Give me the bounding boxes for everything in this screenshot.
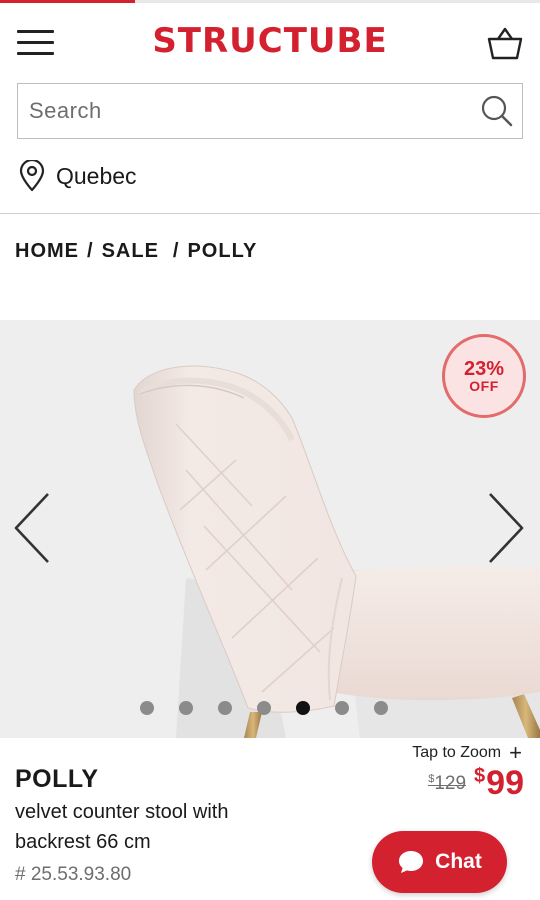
product-name: POLLY xyxy=(15,765,99,793)
product-description: velvet counter stool with backrest 66 cm xyxy=(15,801,229,853)
slide-dot[interactable] xyxy=(179,701,193,715)
breadcrumb-current: POLLY xyxy=(187,240,258,262)
sale-price-amount: 99 xyxy=(486,764,524,802)
breadcrumb-separator: / xyxy=(87,240,94,262)
header-divider xyxy=(0,213,540,214)
original-price: $129 xyxy=(428,773,467,795)
discount-percent: 23% xyxy=(463,357,505,380)
sale-price: $99 xyxy=(474,764,524,802)
map-pin-icon xyxy=(19,160,45,192)
store-location-selector[interactable]: Quebec xyxy=(18,158,137,194)
tap-to-zoom-label: Tap to Zoom xyxy=(412,744,502,761)
site-logo[interactable]: STRUCTUBE xyxy=(0,21,540,61)
breadcrumb: HOME / SALE / POLLY xyxy=(15,240,257,263)
original-price-amount: 129 xyxy=(434,773,467,794)
search-icon[interactable] xyxy=(480,94,514,128)
slide-dot[interactable] xyxy=(218,701,232,715)
sale-price-currency: $ xyxy=(474,765,486,787)
discount-badge: 23% OFF xyxy=(442,334,526,418)
location-label: Quebec xyxy=(56,162,137,189)
slide-dot[interactable] xyxy=(374,701,388,715)
product-gallery[interactable]: 23% OFF xyxy=(0,320,540,738)
plus-icon: + xyxy=(509,740,522,765)
slide-dot[interactable] xyxy=(335,701,349,715)
chat-label: Chat xyxy=(435,850,482,873)
search-bar xyxy=(17,83,523,139)
breadcrumb-separator: / xyxy=(172,240,180,262)
search-input[interactable] xyxy=(18,84,468,138)
chat-bubble-icon xyxy=(399,851,424,873)
discount-label: OFF xyxy=(469,377,499,394)
slide-dot[interactable] xyxy=(296,701,310,715)
shopping-basket-icon[interactable] xyxy=(486,25,524,61)
chevron-right-icon[interactable] xyxy=(486,492,526,564)
price-block: $129 $99 xyxy=(428,764,524,802)
breadcrumb-sale[interactable]: SALE xyxy=(102,240,159,263)
chat-button[interactable]: Chat xyxy=(372,831,507,893)
slide-dot[interactable] xyxy=(140,701,154,715)
breadcrumb-home[interactable]: HOME xyxy=(15,240,79,263)
chevron-left-icon[interactable] xyxy=(12,492,52,564)
product-sku: # 25.53.93.80 xyxy=(15,864,132,885)
tap-to-zoom-button[interactable]: Tap to Zoom + xyxy=(412,740,522,765)
slide-indicator xyxy=(140,701,388,717)
slide-dot[interactable] xyxy=(257,701,271,715)
site-header: STRUCTUBE xyxy=(0,3,540,77)
